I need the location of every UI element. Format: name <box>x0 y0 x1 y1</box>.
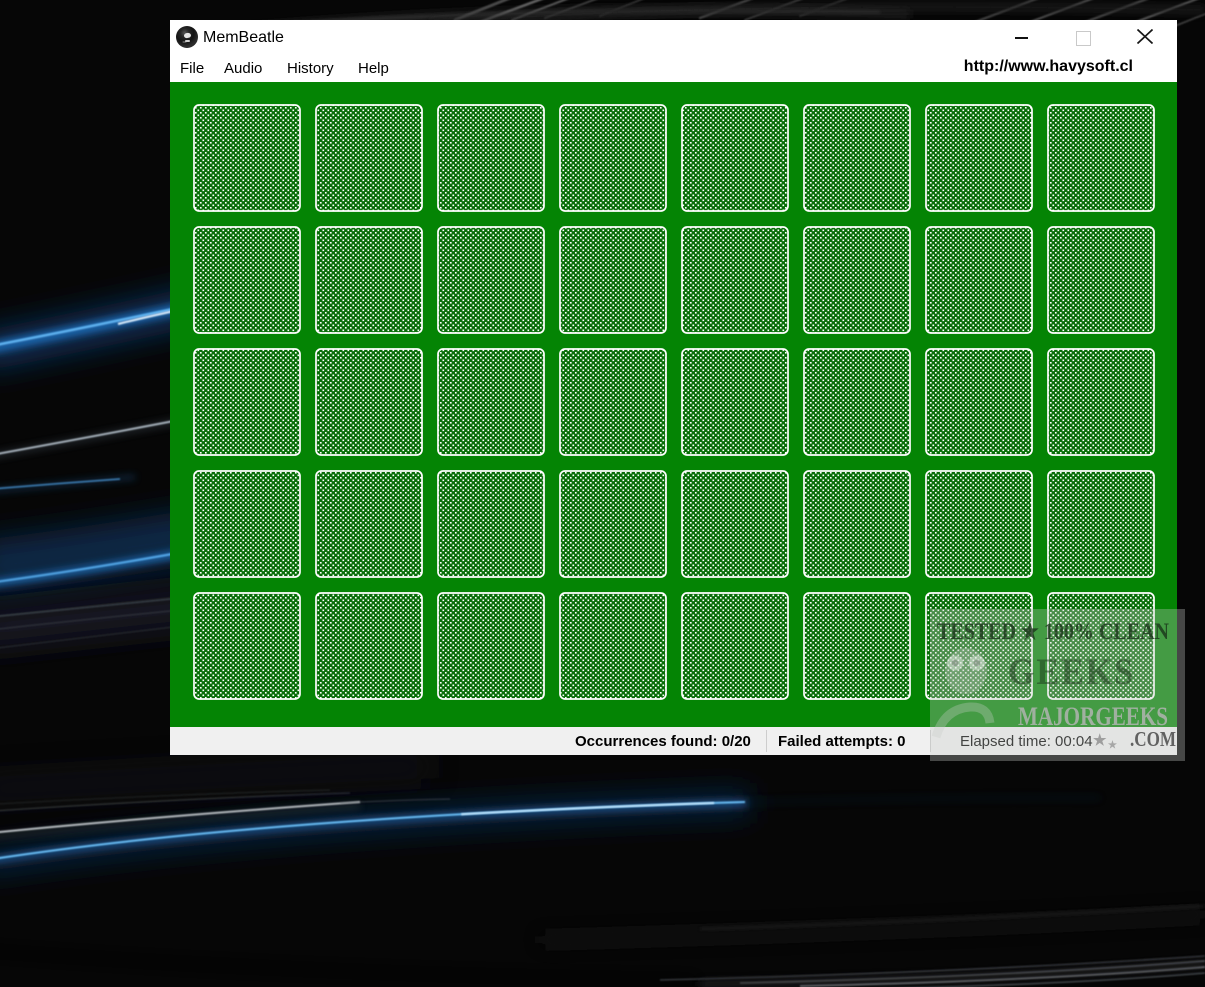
svg-text:★: ★ <box>1108 740 1117 751</box>
svg-text:GEEKS: GEEKS <box>1008 652 1135 693</box>
svg-text:★: ★ <box>1093 733 1107 749</box>
svg-text:.COM: .COM <box>1130 727 1176 751</box>
svg-text:TESTED ★ 100% CLEAN: TESTED ★ 100% CLEAN <box>937 619 1169 644</box>
